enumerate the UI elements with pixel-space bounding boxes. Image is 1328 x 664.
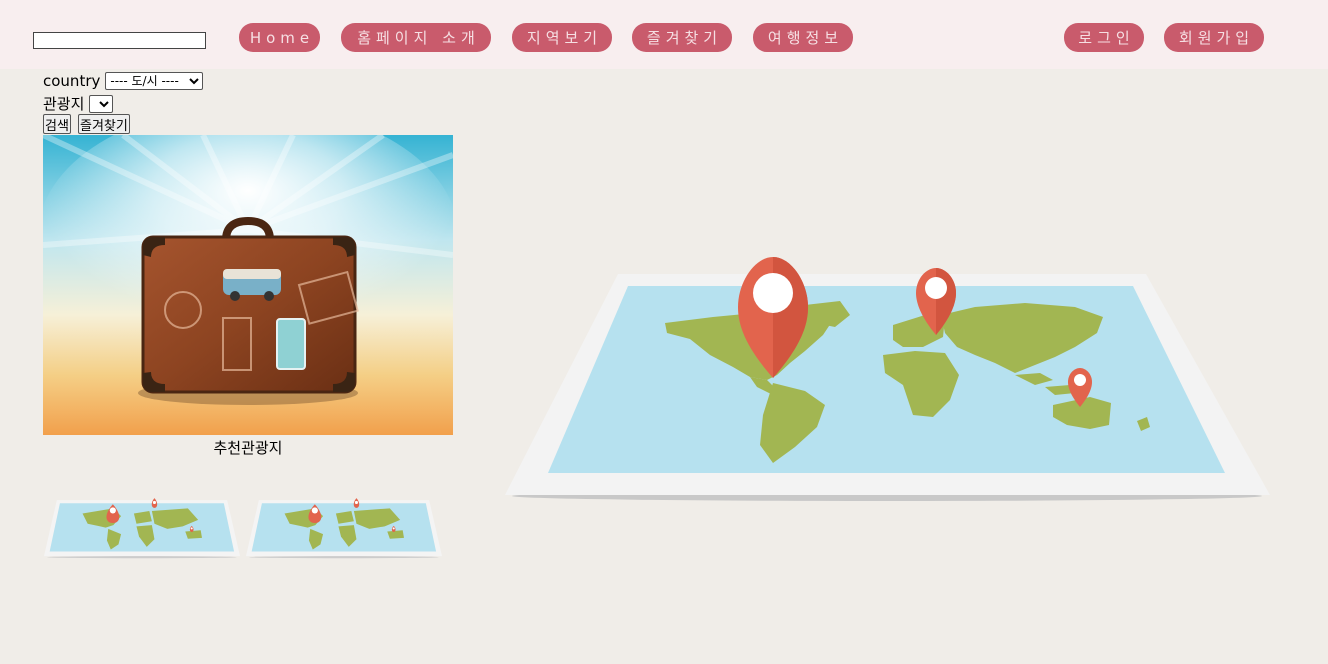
country-row: country ---- 도/시 ---- [43, 72, 204, 90]
map-thumbnail-1[interactable] [44, 495, 240, 559]
country-label: country [43, 72, 101, 90]
search-input[interactable] [33, 32, 206, 49]
search-button[interactable]: 검색 [43, 114, 71, 134]
spot-row: 관광지 [43, 93, 114, 114]
nav-home-button[interactable]: Home [239, 23, 320, 52]
signup-button[interactable]: 회원가입 [1164, 23, 1264, 52]
suitcase-image [43, 135, 453, 435]
spot-label: 관광지 [43, 95, 85, 113]
recommended-spot-caption: 추천관광지 [213, 439, 283, 457]
spot-select[interactable] [89, 94, 114, 113]
city-select[interactable]: ---- 도/시 ---- [105, 72, 204, 90]
nav-favorites-button[interactable]: 즐겨찾기 [632, 23, 732, 52]
nav-region-button[interactable]: 지역보기 [512, 23, 612, 52]
nav-travel-info-button[interactable]: 여행정보 [753, 23, 853, 52]
favorite-button[interactable]: 즐겨찾기 [78, 114, 130, 134]
login-button[interactable]: 로그인 [1064, 23, 1144, 52]
nav-intro-button[interactable]: 홈페이지 소개 [341, 23, 491, 52]
map-thumbnail-2[interactable] [246, 495, 442, 559]
world-map-image [505, 257, 1270, 501]
